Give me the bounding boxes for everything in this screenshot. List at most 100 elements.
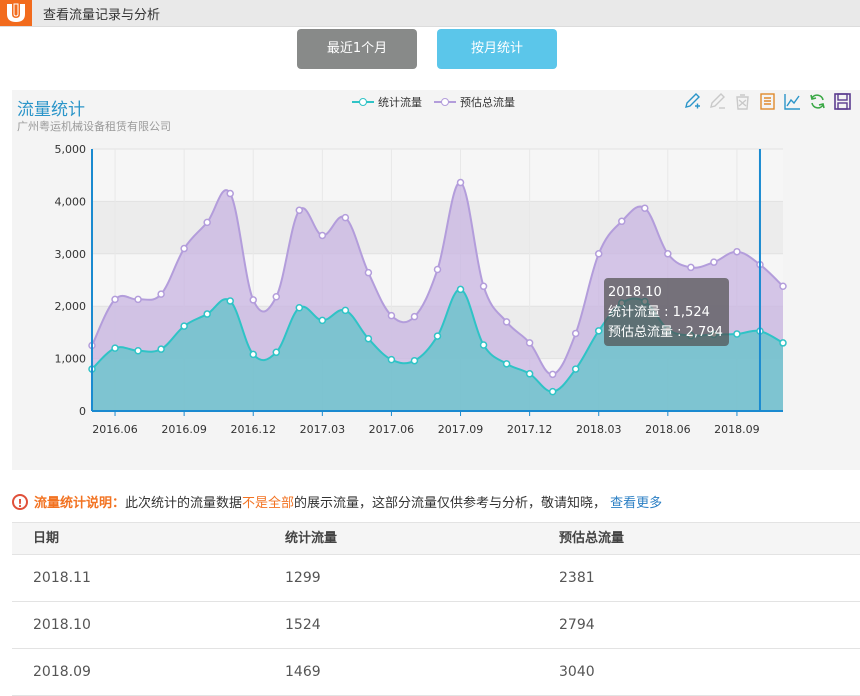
data-point xyxy=(456,178,465,187)
data-point xyxy=(733,330,741,338)
y-tick-label: 1,000 xyxy=(55,353,87,366)
notice-label: 流量统计说明： xyxy=(34,496,126,511)
x-tick-label: 2017.12 xyxy=(507,423,553,436)
data-point xyxy=(387,355,396,364)
chart-tooltip: 2018.10 统计流量 : 1,524 预估总流量 : 2,794 xyxy=(604,278,729,346)
data-point xyxy=(664,250,672,258)
traffic-area-chart: 0 1,000 2,000 3,000 4,000 5,000 2016.06 2016.09… xyxy=(55,143,787,436)
data-point xyxy=(502,318,511,326)
data-point xyxy=(479,282,488,291)
x-tick-label: 2017.09 xyxy=(438,423,484,436)
x-tick-label: 2016.06 xyxy=(92,423,138,436)
chart-toolbox xyxy=(683,92,852,111)
data-point xyxy=(594,327,603,335)
data-point xyxy=(779,282,787,290)
table-header: 日期 统计流量 预估总流量 xyxy=(12,522,860,555)
data-point xyxy=(249,350,257,359)
data-point xyxy=(456,285,465,294)
cell-estimate: 3040 xyxy=(559,664,595,680)
data-point xyxy=(111,295,119,304)
data-point xyxy=(710,258,718,266)
x-tick-label: 2017.03 xyxy=(300,423,346,436)
data-point xyxy=(571,365,580,373)
legend-label: 统计流量 xyxy=(378,96,422,109)
cell-date: 2018.09 xyxy=(33,664,91,680)
y-tick-label: 5,000 xyxy=(55,143,87,156)
data-point xyxy=(525,370,534,378)
warning-icon: ! xyxy=(12,493,28,510)
data-point xyxy=(525,339,534,347)
y-tick-label: 4,000 xyxy=(55,195,87,208)
data-point xyxy=(479,341,488,349)
traffic-table: 日期 统计流量 预估总流量 2018.11 1299 2381 2018.10 … xyxy=(12,522,860,696)
column-header-estimate: 预估总流量 xyxy=(559,531,625,546)
data-point xyxy=(180,322,188,330)
column-header-date: 日期 xyxy=(33,531,60,546)
data-point xyxy=(733,247,741,256)
data-point xyxy=(779,339,787,347)
legend-item-estimate[interactable]: 预估总流量 xyxy=(434,94,515,110)
data-point xyxy=(364,334,373,343)
tooltip-period: 2018.10 xyxy=(608,285,662,300)
tooltip-estimate-value: 预估总流量 : 2,794 xyxy=(608,325,723,340)
notice-warning-text: 不是全部 xyxy=(242,496,295,511)
table-row: 2018.09 1469 3040 xyxy=(12,649,860,696)
data-point xyxy=(433,265,442,274)
cell-date: 2018.11 xyxy=(33,570,91,586)
y-tick-label: 0 xyxy=(79,405,86,418)
column-header-stat: 统计流量 xyxy=(285,531,338,546)
notice-text: 的展示流量，这部分流量仅供参考与分析，敬请知晓， xyxy=(294,496,607,511)
save-image-icon[interactable] xyxy=(833,92,852,111)
cell-date: 2018.10 xyxy=(33,617,91,633)
data-point xyxy=(157,345,165,353)
data-point xyxy=(111,344,119,352)
data-point xyxy=(272,293,281,301)
data-point xyxy=(295,206,304,215)
x-tick-label: 2016.09 xyxy=(161,423,207,436)
data-point xyxy=(318,231,327,240)
data-point xyxy=(249,296,257,304)
legend-line-icon xyxy=(352,97,374,107)
data-point xyxy=(410,356,419,365)
data-point xyxy=(157,290,165,298)
chart-legend: 统计流量 预估总流量 xyxy=(352,94,515,110)
legend-line-icon xyxy=(434,97,456,107)
y-tick-label: 2,000 xyxy=(55,300,87,313)
x-tick-label: 2018.06 xyxy=(645,423,691,436)
legend-item-stat[interactable]: 统计流量 xyxy=(352,94,422,110)
data-point xyxy=(134,346,142,355)
refresh-icon[interactable] xyxy=(808,92,827,111)
cell-stat: 1469 xyxy=(285,664,321,680)
data-point xyxy=(594,250,603,258)
data-point xyxy=(134,295,142,304)
data-point xyxy=(571,329,580,338)
cell-estimate: 2381 xyxy=(559,570,595,586)
data-point xyxy=(387,311,396,320)
data-point xyxy=(641,204,649,212)
cell-stat: 1299 xyxy=(285,570,321,586)
mark-pen-icon[interactable] xyxy=(683,92,702,111)
line-chart-icon[interactable] xyxy=(783,92,802,111)
data-point xyxy=(364,268,373,277)
legend-label: 预估总流量 xyxy=(460,96,515,109)
data-point xyxy=(203,218,211,227)
x-tick-label: 2016.12 xyxy=(230,423,276,436)
x-tick-label: 2017.06 xyxy=(369,423,415,436)
table-row: 2018.10 1524 2794 xyxy=(12,602,860,649)
data-point xyxy=(295,304,304,312)
clear-mark-icon[interactable] xyxy=(733,92,752,111)
data-point xyxy=(341,306,350,315)
data-point xyxy=(180,244,188,253)
grid-band xyxy=(92,149,783,202)
x-tick-label: 2018.09 xyxy=(714,423,760,436)
data-point xyxy=(548,387,557,396)
cell-stat: 1524 xyxy=(285,617,321,633)
data-point xyxy=(618,217,626,226)
view-more-link[interactable]: 查看更多 xyxy=(610,492,662,511)
undo-mark-icon[interactable] xyxy=(708,92,727,111)
data-view-icon[interactable] xyxy=(758,92,777,111)
data-point xyxy=(226,189,234,198)
data-point xyxy=(272,348,281,357)
traffic-notice: ! 流量统计说明： 此次统计的流量数据 不是全部 的展示流量，这部分流量仅供参考… xyxy=(12,492,662,511)
chart-title: 流量统计 xyxy=(17,100,85,120)
